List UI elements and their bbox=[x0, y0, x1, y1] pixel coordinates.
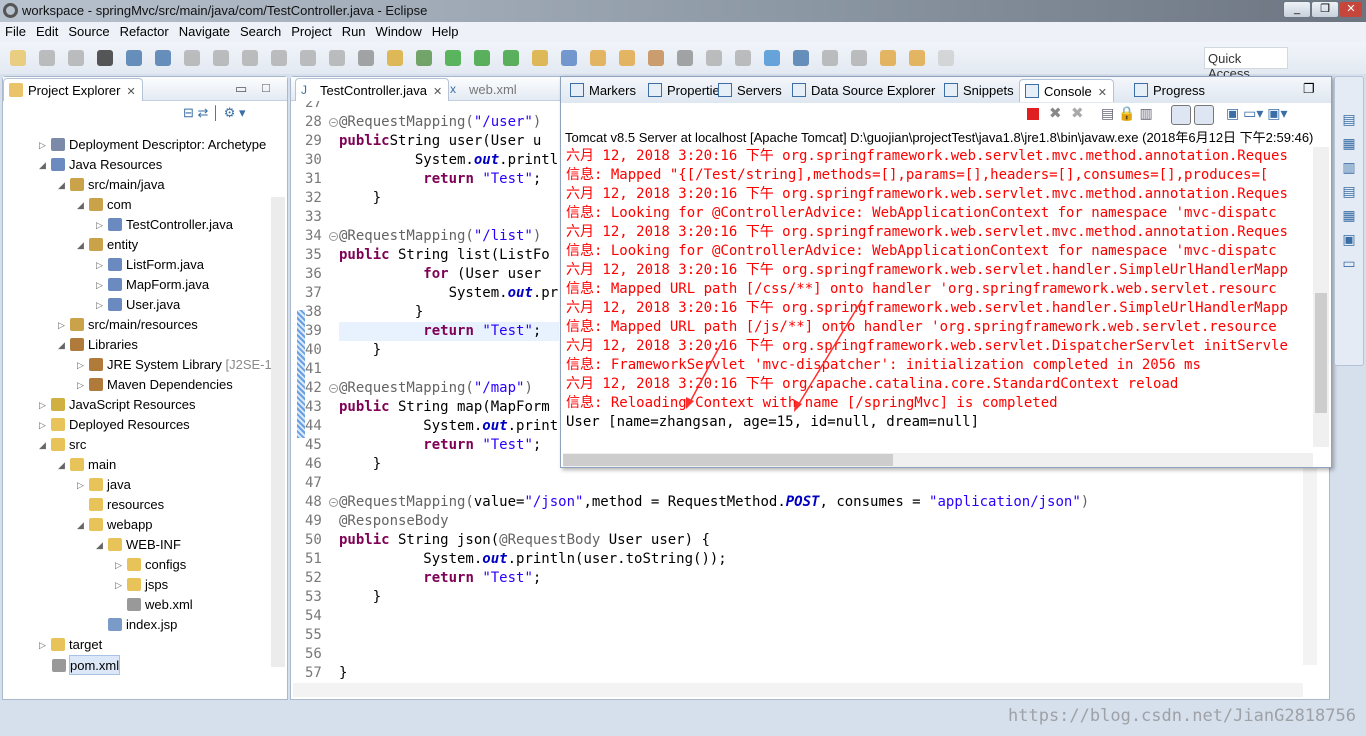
watermark: https://blog.csdn.net/JianG2818756 bbox=[1008, 706, 1356, 726]
annotation-arrows bbox=[686, 299, 863, 412]
annotation-arrow bbox=[796, 299, 863, 408]
annotation-arrowhead bbox=[686, 397, 694, 409]
annotation-arrow bbox=[688, 341, 723, 405]
right-trim-stack: ▤ ▦ ▥ ▤ ▦ ▣ ▭ bbox=[1334, 76, 1364, 366]
